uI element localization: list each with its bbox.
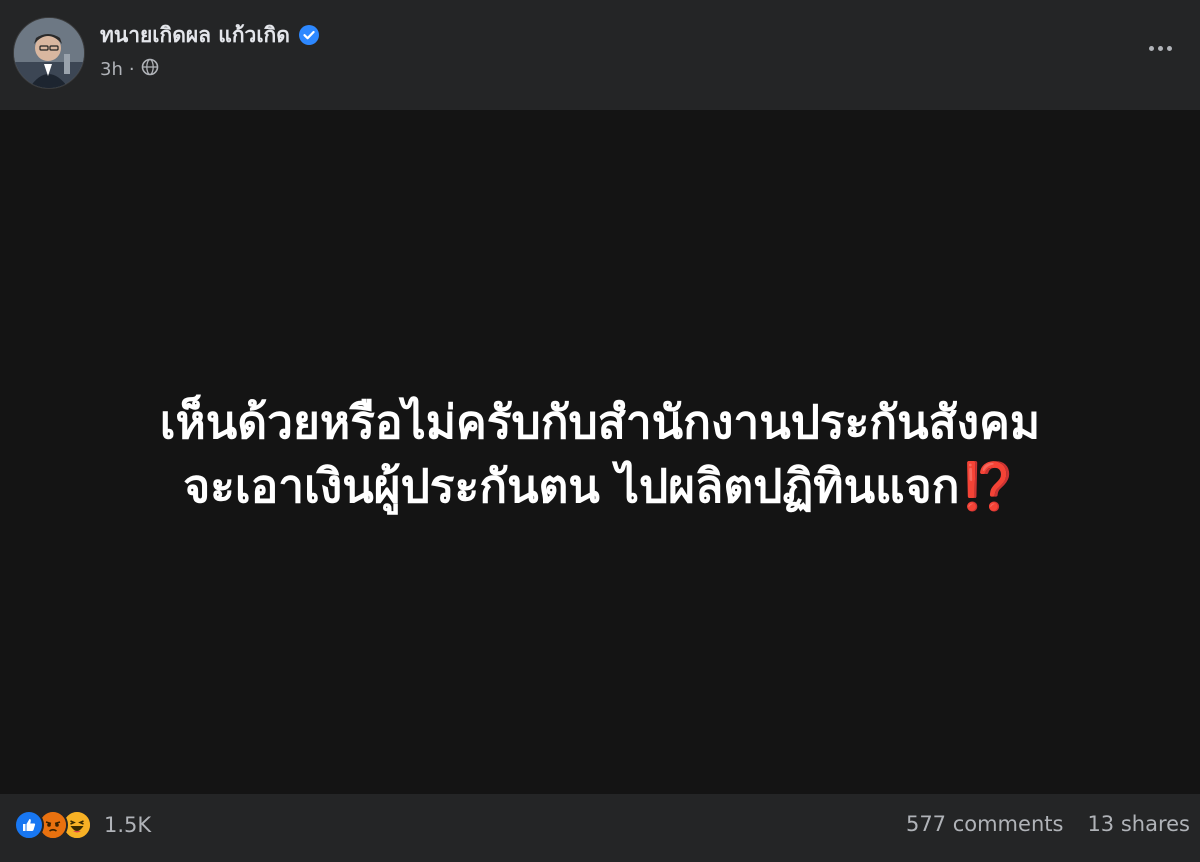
post-timestamp[interactable]: 3h [100,59,123,80]
post-footer: 1.5K 577 comments 13 shares [0,794,1200,862]
more-options-icon[interactable] [1138,32,1182,64]
reaction-count[interactable]: 1.5K [104,813,151,837]
author-avatar[interactable] [13,17,85,89]
reactions-summary[interactable]: 1.5K [14,810,151,840]
meta-separator: · [128,58,135,80]
verified-badge-icon [298,24,320,46]
post-header: ทนายเกิดผล แก้วเกิด 3h · [0,0,1200,110]
globe-icon[interactable] [141,58,159,81]
image-text-line-2: จะเอาเงินผู้ประกันตน ไปผลิตปฏิทินแจก⁉️ [0,454,1200,518]
post-stats: 577 comments 13 shares [906,812,1190,836]
exclamation-question-icon: ⁉️ [959,459,1017,513]
comments-count[interactable]: 577 comments [906,812,1063,836]
shares-count[interactable]: 13 shares [1087,812,1190,836]
image-text-line-1: เห็นด้วยหรือไม่ครับกับสำนักงานประกันสังค… [159,395,1041,449]
like-reaction-icon [14,810,44,840]
image-text-line-2-main: จะเอาเงินผู้ประกันตน ไปผลิตปฏิทินแจก [183,459,960,513]
author-name[interactable]: ทนายเกิดผล แก้วเกิด [100,19,290,52]
post-image-text: เห็นด้วยหรือไม่ครับกับสำนักงานประกันสังค… [0,390,1200,518]
